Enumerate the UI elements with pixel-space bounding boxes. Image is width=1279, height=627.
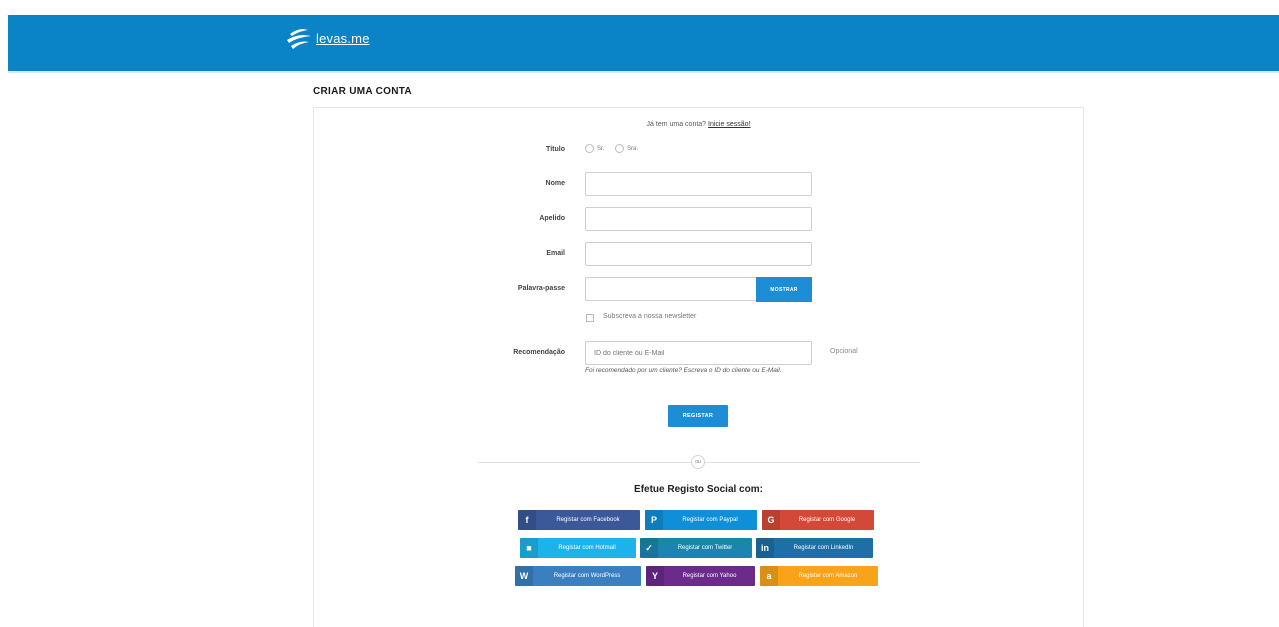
facebook-register-button[interactable]: f Registar com Facebook: [518, 510, 640, 530]
newsletter-label: Subscreva a nossa newsletter: [603, 313, 697, 320]
wordpress-icon: W: [515, 566, 533, 586]
radio-mr-label: Sr.: [597, 145, 605, 152]
optional-label: Opcional: [830, 348, 858, 355]
google-register-label: Registar com Google: [798, 517, 856, 523]
email-label: Email: [546, 250, 565, 257]
yahoo-register-button[interactable]: Y Registar com Yahoo: [646, 566, 755, 586]
radio-mrs[interactable]: [615, 144, 624, 153]
newsletter-checkbox[interactable]: [586, 314, 594, 322]
linkedin-icon: in: [756, 538, 774, 558]
hotmail-register-button[interactable]: ■ Registar com Hotmail: [520, 538, 636, 558]
password-label: Palavra-passe: [517, 285, 565, 292]
linkedin-register-label: Registar com LinkedIn: [793, 545, 854, 551]
register-button[interactable]: REGISTAR: [668, 405, 728, 427]
surname-label: Apelido: [539, 215, 565, 222]
page-title: CRIAR UMA CONTA: [313, 86, 412, 97]
amazon-register-button[interactable]: a Registar com Amazon: [760, 566, 878, 586]
facebook-register-label: Registar com Facebook: [556, 517, 620, 523]
wordpress-register-label: Registar com WordPress: [553, 573, 621, 579]
login-link[interactable]: Inicie sessão!: [708, 121, 750, 128]
logo-icon: [287, 29, 311, 49]
password-input[interactable]: [585, 277, 757, 301]
referral-input[interactable]: [585, 341, 812, 365]
yahoo-icon: Y: [646, 566, 664, 586]
title-option-mrs[interactable]: Sra.: [615, 144, 638, 153]
login-prompt: Já tem uma conta? Inicie sessão!: [313, 121, 1084, 128]
radio-mr[interactable]: [585, 144, 594, 153]
social-title: Efetue Registo Social com:: [634, 484, 763, 495]
paypal-register-button[interactable]: P Registar com Paypal: [645, 510, 757, 530]
or-separator: ou: [691, 455, 705, 469]
facebook-icon: f: [518, 510, 536, 530]
logo[interactable]: levas.me: [284, 24, 370, 52]
show-password-button[interactable]: MOSTRAR: [756, 277, 812, 302]
google-register-button[interactable]: G Registar com Google: [762, 510, 874, 530]
hotmail-icon: ■: [520, 538, 538, 558]
google-icon: G: [762, 510, 780, 530]
wordpress-register-button[interactable]: W Registar com WordPress: [515, 566, 641, 586]
amazon-icon: a: [760, 566, 778, 586]
amazon-register-label: Registar com Amazon: [798, 573, 858, 579]
paypal-icon: P: [645, 510, 663, 530]
twitter-register-label: Registar com Twitter: [677, 545, 733, 551]
header-shadow: [8, 71, 1279, 73]
yahoo-register-label: Registar com Yahoo: [682, 573, 737, 579]
linkedin-register-button[interactable]: in Registar com LinkedIn: [756, 538, 873, 558]
title-label: Título: [545, 146, 565, 153]
name-label: Nome: [545, 180, 565, 187]
login-prompt-text: Já tem uma conta?: [646, 121, 707, 128]
surname-input[interactable]: [585, 207, 812, 231]
referral-help-text: Foi recomendado por um cliente? Escreva …: [585, 367, 782, 374]
name-input[interactable]: [585, 172, 812, 196]
radio-mrs-label: Sra.: [627, 145, 639, 152]
header-bar: [8, 15, 1279, 71]
twitter-icon: ✓: [640, 538, 658, 558]
twitter-register-button[interactable]: ✓ Registar com Twitter: [640, 538, 752, 558]
paypal-register-label: Registar com Paypal: [682, 517, 738, 523]
title-option-mr[interactable]: Sr.: [585, 144, 604, 153]
referral-label: Recomendação: [513, 349, 565, 356]
email-input[interactable]: [585, 242, 812, 266]
logo-text: levas.me: [316, 30, 370, 46]
hotmail-register-label: Registar com Hotmail: [558, 545, 616, 551]
